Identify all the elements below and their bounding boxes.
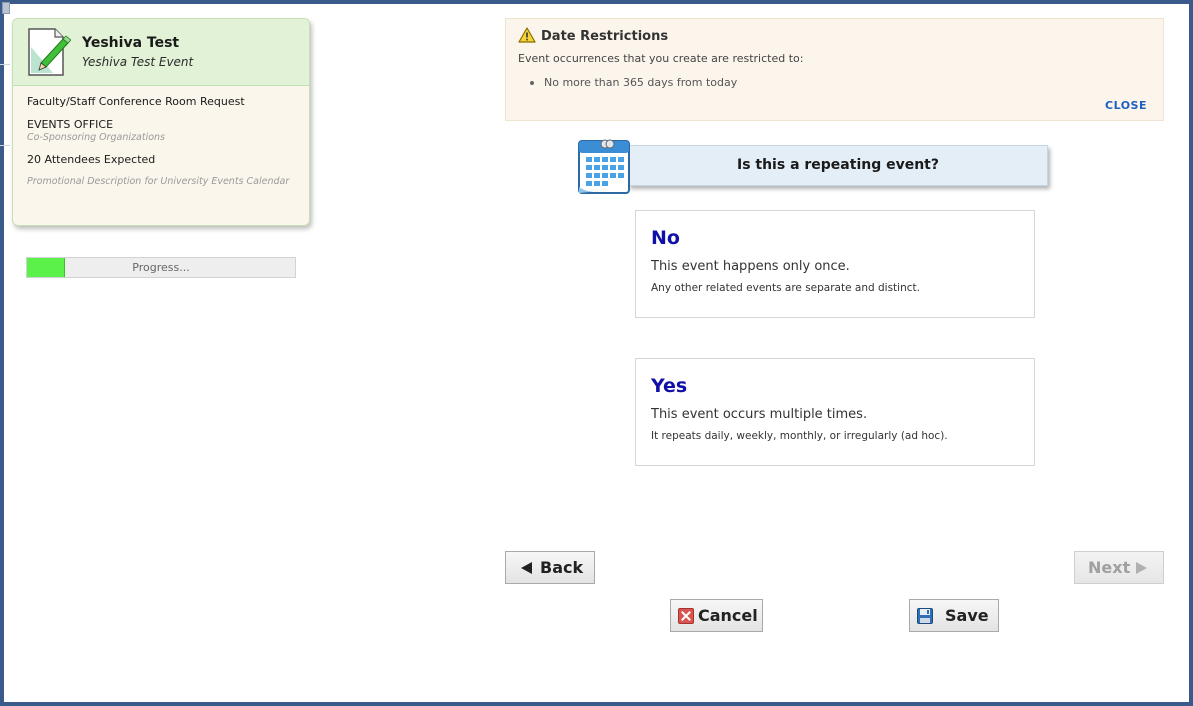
attendees-count: 20 Attendees Expected bbox=[27, 153, 156, 166]
option-yes-title: Yes bbox=[651, 375, 688, 397]
option-no-description: This event happens only once. bbox=[651, 259, 850, 274]
restrictions-title: Date Restrictions bbox=[541, 29, 669, 44]
next-button[interactable]: Next bbox=[1074, 551, 1164, 584]
option-yes-description: This event occurs multiple times. bbox=[651, 407, 868, 422]
cancel-button-label: Cancel bbox=[698, 606, 758, 625]
window-tab bbox=[2, 2, 10, 14]
event-summary-card: Yeshiva Test Yeshiva Test Event Faculty/… bbox=[12, 18, 310, 226]
promo-description: Promotional Description for University E… bbox=[27, 176, 290, 187]
calendar-icon bbox=[578, 139, 630, 194]
organization-caption: Co-Sponsoring Organizations bbox=[27, 132, 165, 143]
arrow-right-icon bbox=[1136, 562, 1147, 574]
question-banner: Is this a repeating event? bbox=[628, 145, 1048, 186]
warning-icon bbox=[518, 27, 536, 43]
restriction-item: No more than 365 days from today bbox=[529, 76, 738, 89]
back-button-label: Back bbox=[540, 558, 584, 577]
date-restrictions-panel: Date Restrictions Event occurrences that… bbox=[505, 18, 1164, 121]
option-yes-detail: It repeats daily, weekly, monthly, or ir… bbox=[651, 430, 948, 442]
summary-body: Faculty/Staff Conference Room Request EV… bbox=[13, 86, 309, 188]
request-type: Faculty/Staff Conference Room Request bbox=[27, 95, 245, 108]
left-divider bbox=[0, 64, 10, 65]
question-text: Is this a repeating event? bbox=[736, 157, 939, 173]
next-button-label: Next bbox=[1088, 558, 1131, 577]
progress-bar: Progress... bbox=[26, 257, 296, 278]
restrictions-description: Event occurrences that you create are re… bbox=[518, 52, 804, 65]
save-button[interactable]: Save bbox=[909, 599, 999, 632]
floppy-disk-icon bbox=[917, 608, 933, 624]
edit-document-icon bbox=[28, 28, 71, 76]
arrow-left-icon bbox=[521, 562, 532, 574]
option-no-title: No bbox=[651, 227, 680, 249]
close-link[interactable]: CLOSE bbox=[1105, 99, 1147, 112]
left-divider bbox=[0, 145, 10, 146]
save-button-label: Save bbox=[945, 606, 989, 625]
progress-label: Progress... bbox=[132, 261, 190, 274]
event-subtitle: Yeshiva Test Event bbox=[82, 55, 194, 69]
close-icon bbox=[678, 608, 694, 624]
back-button[interactable]: Back bbox=[505, 551, 595, 584]
organization: EVENTS OFFICE bbox=[27, 118, 114, 131]
summary-header: Yeshiva Test Yeshiva Test Event bbox=[13, 19, 309, 86]
option-no-card[interactable]: No This event happens only once. Any oth… bbox=[635, 210, 1035, 318]
event-title: Yeshiva Test bbox=[82, 35, 180, 51]
option-no-detail: Any other related events are separate an… bbox=[651, 282, 920, 294]
option-yes-card[interactable]: Yes This event occurs multiple times. It… bbox=[635, 358, 1035, 466]
cancel-button[interactable]: Cancel bbox=[670, 599, 763, 632]
